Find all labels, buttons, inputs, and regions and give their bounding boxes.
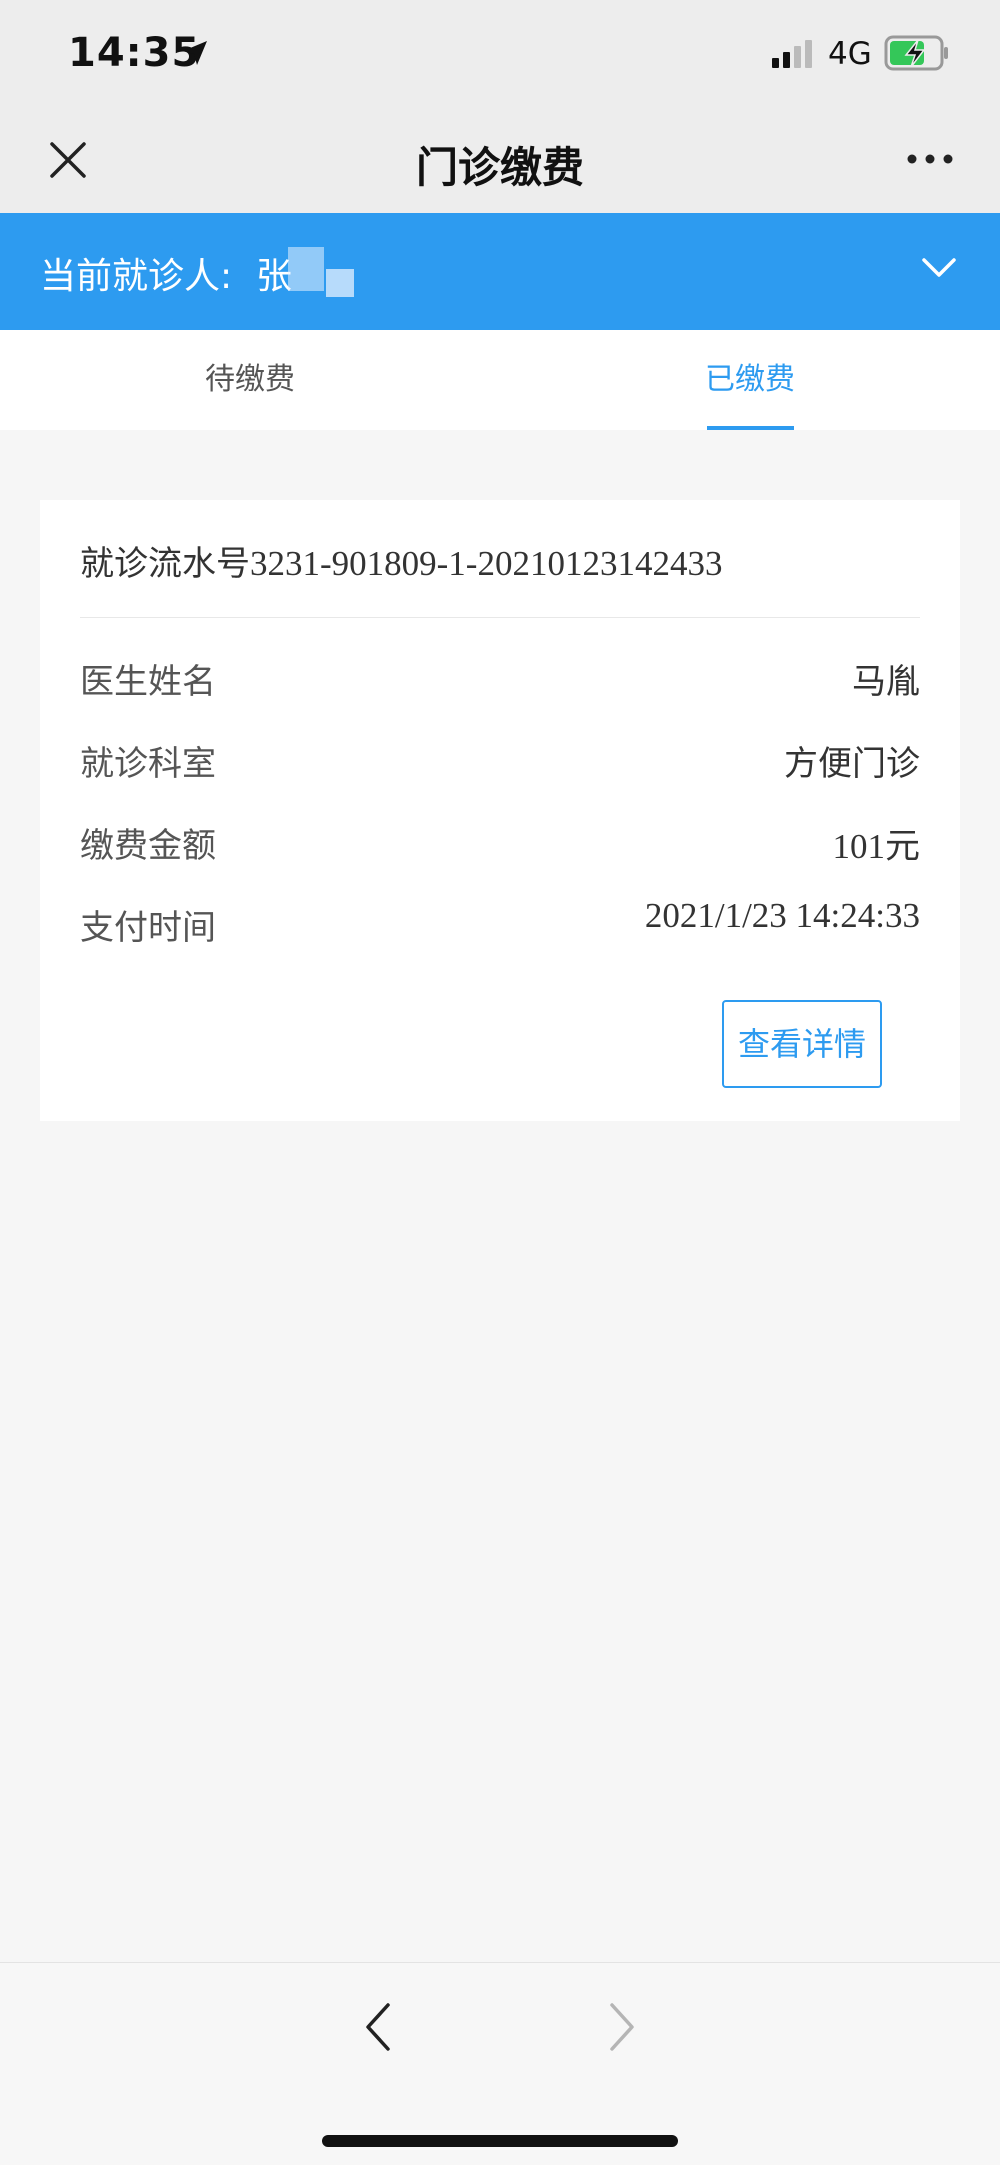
payment-record-card: 就诊流水号3231-901809-1-20210123142433 医生姓名 马… <box>40 500 960 1121</box>
row-value: 马胤 <box>852 662 920 702</box>
more-icon[interactable] <box>906 150 954 168</box>
patient-selector[interactable]: 当前就诊人: 张 <box>0 213 1000 330</box>
home-indicator <box>322 2135 678 2147</box>
row-value: 方便门诊 <box>784 744 920 784</box>
page-title: 门诊缴费 <box>415 143 584 192</box>
chevron-down-icon[interactable] <box>920 255 958 281</box>
serial-value: 3231-901809-1-20210123142433 <box>250 544 723 583</box>
serial-number: 就诊流水号3231-901809-1-20210123142433 <box>80 536 722 585</box>
bottom-toolbar <box>0 1962 1000 2165</box>
view-details-button[interactable]: 查看详情 <box>722 1000 882 1088</box>
row-label: 就诊科室 <box>80 744 216 784</box>
row-payment-time: 支付时间 2021/1/23 14:24:33 <box>80 896 920 950</box>
tab-paid[interactable]: 已缴费 <box>500 330 1000 430</box>
patient-name: 张 <box>256 256 293 297</box>
row-label: 医生姓名 <box>80 662 216 702</box>
battery-charging-icon <box>884 35 948 71</box>
patient-label: 当前就诊人: <box>40 256 233 297</box>
serial-label: 就诊流水号 <box>80 544 250 584</box>
row-value: 101元 <box>832 827 920 866</box>
tab-bar: 待缴费 已缴费 <box>0 330 1000 430</box>
row-doctor: 医生姓名 马胤 <box>80 654 920 704</box>
network-label: 4G <box>828 36 872 72</box>
row-label: 支付时间 <box>80 908 216 948</box>
row-label: 缴费金额 <box>80 826 216 866</box>
row-amount: 缴费金额 101元 <box>80 818 920 868</box>
signal-icon <box>772 40 812 68</box>
tab-pending-payment[interactable]: 待缴费 <box>0 330 500 430</box>
nav-bar: 门诊缴费 <box>0 108 1000 213</box>
divider <box>80 617 920 618</box>
chevron-right-icon[interactable] <box>604 1999 640 2055</box>
row-department: 就诊科室 方便门诊 <box>80 736 920 786</box>
row-value: 2021/1/23 14:24:33 <box>644 896 920 935</box>
status-bar: 14:35 4G <box>0 0 1000 108</box>
name-redaction <box>288 239 354 303</box>
active-tab-indicator <box>707 426 794 430</box>
location-arrow-icon <box>183 41 207 65</box>
chevron-left-icon[interactable] <box>360 1999 396 2055</box>
